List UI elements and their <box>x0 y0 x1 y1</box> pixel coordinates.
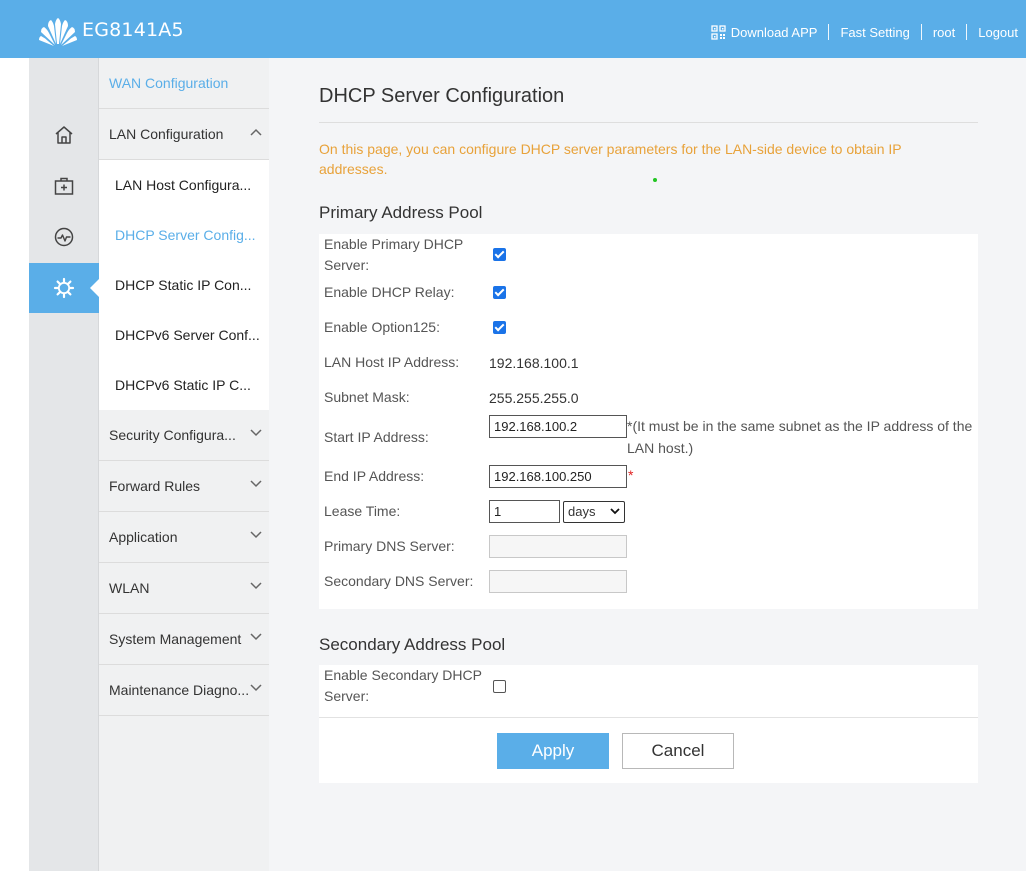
apply-button[interactable]: Apply <box>497 733 609 769</box>
enable-secondary-dhcp-label: Enable Secondary DHCP Server: <box>324 667 482 704</box>
status-dot <box>653 178 657 182</box>
lease-time-input[interactable]: 1 <box>489 500 560 523</box>
title-divider <box>319 122 978 123</box>
menu-label: Forward Rules <box>109 478 201 494</box>
download-app-link[interactable]: Download APP <box>711 24 818 40</box>
main-content: DHCP Server Configuration On this page, … <box>269 58 1026 871</box>
menu-wan-configuration[interactable]: WAN Configuration <box>99 58 269 109</box>
nav-divider <box>966 24 968 40</box>
download-app-label: Download APP <box>730 24 818 40</box>
toolbox-icon <box>54 177 74 195</box>
qr-code-icon <box>711 24 726 40</box>
nav-divider <box>920 24 922 40</box>
enable-primary-dhcp-label: Enable Primary DHCP Server: <box>324 236 464 273</box>
sidebar-menu: WAN Configuration LAN Configuration LAN … <box>99 58 269 871</box>
lan-host-ip-label: LAN Host IP Address: <box>324 354 460 370</box>
submenu-dhcpv6-static-ip[interactable]: DHCPv6 Static IP C... <box>99 360 269 410</box>
buttons-divider <box>319 717 978 718</box>
start-ip-input[interactable]: 192.168.100.2 <box>489 415 627 438</box>
lan-submenu: LAN Host Configura... DHCP Server Config… <box>99 160 269 410</box>
home-icon <box>55 126 73 144</box>
icon-rail <box>29 58 100 871</box>
menu-label: WLAN <box>109 580 150 596</box>
rail-advanced[interactable] <box>29 161 99 211</box>
user-account-link[interactable]: root <box>933 25 955 40</box>
menu-label: WAN Configuration <box>109 75 229 91</box>
secondary-dns-label: Secondary DNS Server: <box>324 573 474 589</box>
primary-pool-title: Primary Address Pool <box>319 203 483 222</box>
menu-security-configuration[interactable]: Security Configura... <box>99 410 269 461</box>
chevron-down-icon <box>250 582 262 590</box>
enable-primary-dhcp-checkbox[interactable] <box>493 248 506 261</box>
menu-forward-rules[interactable]: Forward Rules <box>99 461 269 512</box>
secondary-dns-input[interactable] <box>489 570 627 593</box>
enable-option125-label: Enable Option125: <box>324 319 440 335</box>
rail-status[interactable] <box>29 212 99 262</box>
end-ip-label: End IP Address: <box>324 468 425 484</box>
subnet-mask-label: Subnet Mask: <box>324 389 410 405</box>
secondary-pool-panel: Enable Secondary DHCP Server: Apply Canc… <box>319 665 978 783</box>
rail-settings[interactable] <box>29 263 100 313</box>
enable-secondary-dhcp-checkbox[interactable] <box>493 680 506 693</box>
chevron-down-icon <box>250 480 262 488</box>
primary-dns-input[interactable] <box>489 535 627 558</box>
menu-maintenance-diagnosis[interactable]: Maintenance Diagno... <box>99 665 269 716</box>
gear-icon <box>53 277 75 299</box>
lease-unit-value: days <box>568 504 596 519</box>
lease-time-label: Lease Time: <box>324 503 401 519</box>
enable-dhcp-relay-label: Enable DHCP Relay: <box>324 284 455 300</box>
activity-icon <box>54 227 74 247</box>
nav-divider <box>828 24 830 40</box>
end-ip-input[interactable]: 192.168.100.250 <box>489 465 627 488</box>
submenu-lan-host-configuration[interactable]: LAN Host Configura... <box>99 160 269 210</box>
chevron-down-icon <box>250 684 262 692</box>
page-notice: On this page, you can configure DHCP ser… <box>319 141 902 177</box>
lease-unit-select[interactable]: days <box>563 501 625 523</box>
chevron-down-icon <box>250 531 262 539</box>
top-nav: Download APP Fast Setting root Logout <box>711 24 1018 40</box>
menu-label: LAN Configuration <box>109 126 224 142</box>
menu-label: Security Configura... <box>109 427 236 443</box>
rail-home[interactable] <box>29 110 99 160</box>
menu-system-management[interactable]: System Management <box>99 614 269 665</box>
page-title: DHCP Server Configuration <box>319 85 565 107</box>
device-model: EG8141A5 <box>82 19 184 41</box>
chevron-up-icon <box>250 128 262 136</box>
logout-link[interactable]: Logout <box>978 25 1018 40</box>
menu-label: System Management <box>109 631 242 647</box>
chevron-down-icon <box>610 508 620 515</box>
huawei-logo-icon <box>39 18 77 46</box>
submenu-dhcp-static-ip[interactable]: DHCP Static IP Con... <box>99 260 269 310</box>
menu-label: Application <box>109 529 178 545</box>
secondary-pool-title: Secondary Address Pool <box>319 635 506 654</box>
header-bar: EG8141A5 Download APP Fast Setting root … <box>0 0 1026 58</box>
enable-dhcp-relay-checkbox[interactable] <box>493 286 506 299</box>
required-mark: * <box>628 467 634 483</box>
fast-setting-link[interactable]: Fast Setting <box>840 25 909 40</box>
cancel-button[interactable]: Cancel <box>622 733 734 769</box>
submenu-dhcp-server-configuration[interactable]: DHCP Server Config... <box>99 210 269 260</box>
menu-wlan[interactable]: WLAN <box>99 563 269 614</box>
menu-label: Maintenance Diagno... <box>109 682 250 698</box>
start-ip-hint: *(It must be in the same subnet as the I… <box>627 418 973 456</box>
menu-lan-configuration[interactable]: LAN Configuration <box>99 109 269 160</box>
lan-host-ip-value: 192.168.100.1 <box>489 355 579 371</box>
enable-option125-checkbox[interactable] <box>493 321 506 334</box>
submenu-dhcpv6-server[interactable]: DHCPv6 Server Conf... <box>99 310 269 360</box>
menu-application[interactable]: Application <box>99 512 269 563</box>
primary-pool-panel: Enable Primary DHCP Server: Enable DHCP … <box>319 234 978 609</box>
primary-dns-label: Primary DNS Server: <box>324 538 455 554</box>
start-ip-label: Start IP Address: <box>324 429 429 445</box>
chevron-down-icon <box>250 429 262 437</box>
subnet-mask-value: 255.255.255.0 <box>489 390 579 406</box>
chevron-down-icon <box>250 633 262 641</box>
